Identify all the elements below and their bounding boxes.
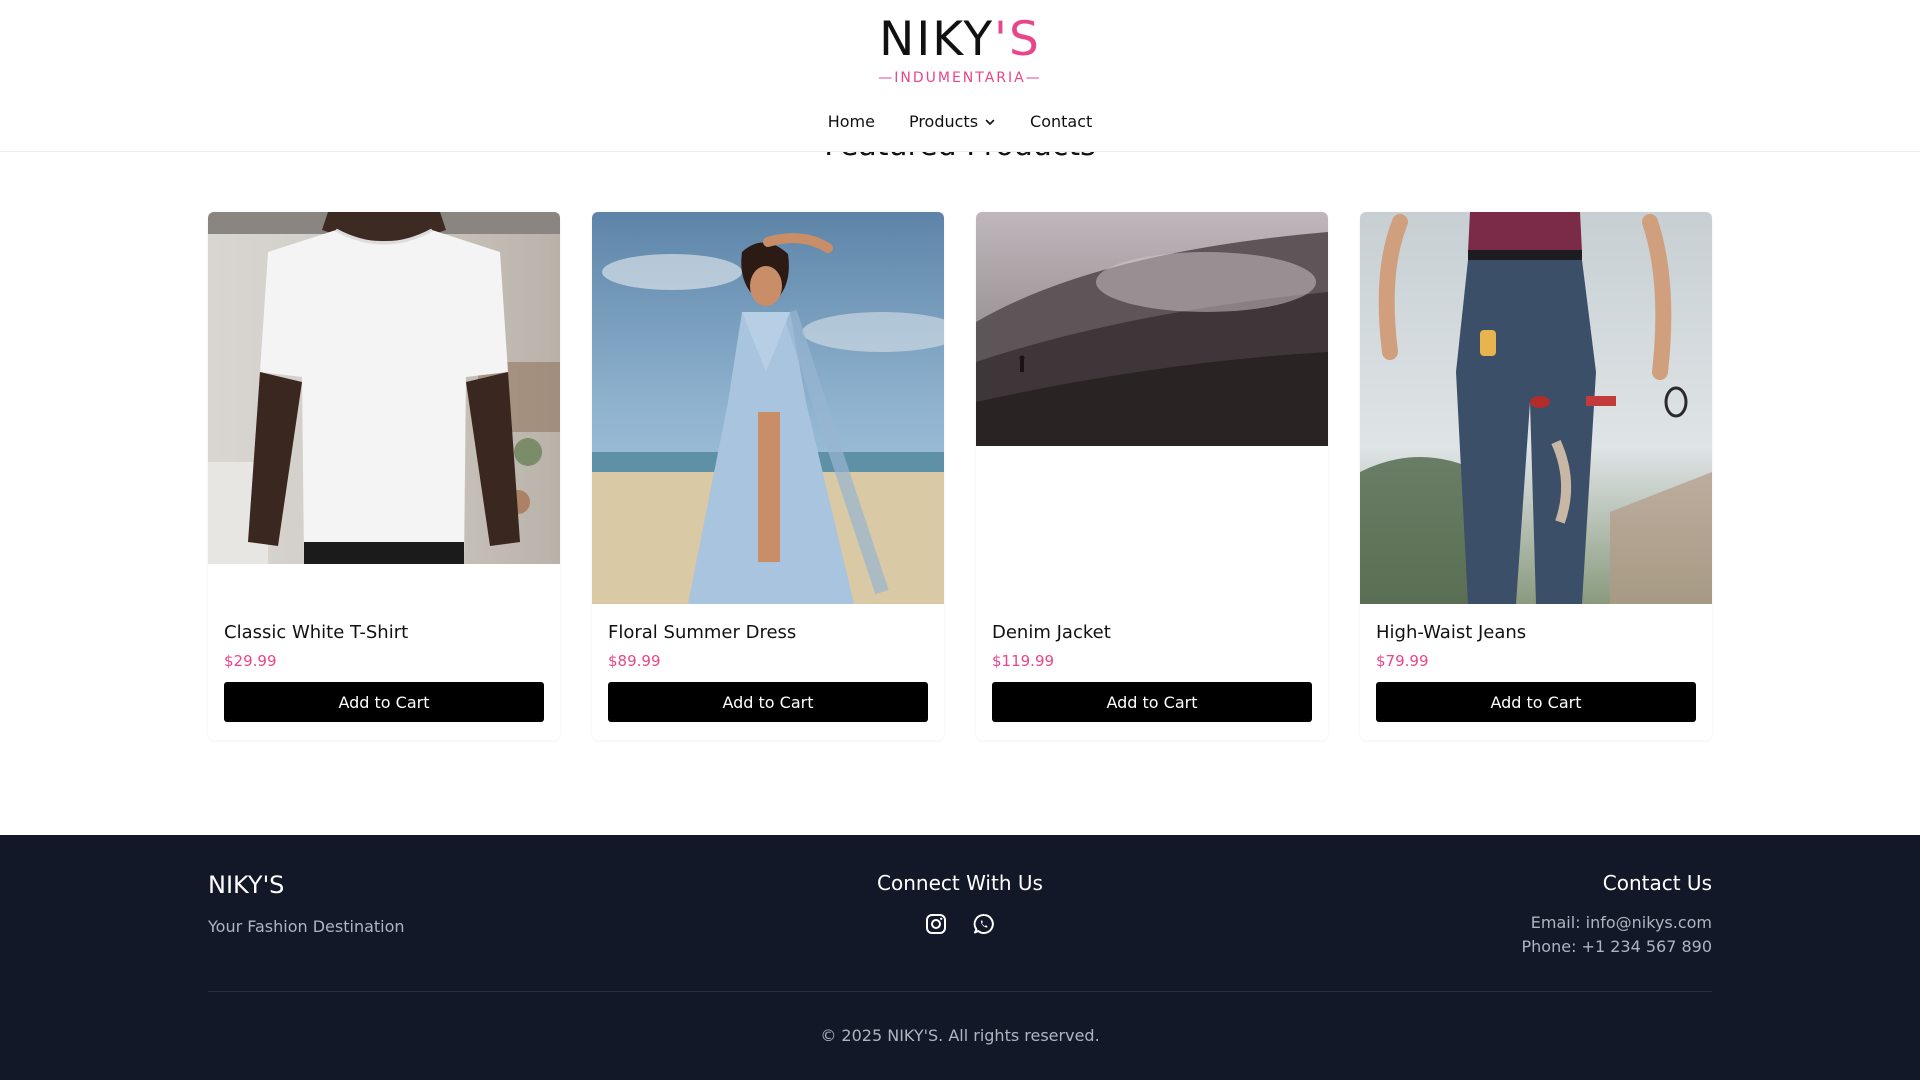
copyright-text: © 2025 NIKY'S. All rights reserved. <box>820 1026 1100 1045</box>
product-info: High-Waist Jeans $79.99 Add to Cart <box>1376 622 1696 722</box>
logo-wordmark: NIKY'S <box>0 14 1920 66</box>
product-card: Classic White T-Shirt $29.99 Add to Cart <box>208 212 560 740</box>
nav-contact-label: Contact <box>1030 112 1093 131</box>
product-image-high-waist-jeans[interactable] <box>1360 212 1712 604</box>
product-image-white-tshirt[interactable] <box>208 212 560 564</box>
product-info: Denim Jacket $119.99 Add to Cart <box>992 622 1312 722</box>
logo-part-2: 'S <box>994 12 1041 67</box>
chevron-down-icon <box>985 119 995 125</box>
contact-heading: Contact Us <box>1602 871 1712 895</box>
site-header: NIKY'S —INDUMENTARIA— Home Products Cont… <box>0 0 1920 152</box>
logo-subtitle: —INDUMENTARIA— <box>878 70 1042 86</box>
nav-products-label: Products <box>908 112 979 131</box>
nav-contact[interactable]: Contact <box>1030 112 1092 131</box>
contact-email[interactable]: Email: info@nikys.com <box>1531 913 1712 932</box>
product-info: Floral Summer Dress $89.99 Add to Cart <box>608 622 928 722</box>
product-info: Classic White T-Shirt $29.99 Add to Cart <box>224 622 544 722</box>
product-price: $119.99 <box>992 652 1055 670</box>
logo-part-1: NIKY <box>879 12 995 67</box>
product-name[interactable]: Denim Jacket <box>992 622 1312 644</box>
site-footer: NIKY'S Your Fashion Destination Connect … <box>0 835 1920 1080</box>
instagram-icon[interactable] <box>924 912 948 936</box>
site-logo[interactable]: NIKY'S —INDUMENTARIA— <box>0 14 1920 87</box>
add-to-cart-button[interactable]: Add to Cart <box>992 682 1312 722</box>
product-price: $29.99 <box>224 652 277 670</box>
product-name[interactable]: High-Waist Jeans <box>1376 622 1696 644</box>
contact-phone[interactable]: Phone: +1 234 567 890 <box>1522 937 1713 956</box>
nav-products-dropdown[interactable]: Products <box>909 112 996 131</box>
footer-divider <box>208 991 1712 992</box>
add-to-cart-button[interactable]: Add to Cart <box>608 682 928 722</box>
product-price: $79.99 <box>1376 652 1429 670</box>
main-nav: Home Products Contact <box>0 112 1920 131</box>
add-to-cart-button[interactable]: Add to Cart <box>1376 682 1696 722</box>
product-grid: Classic White T-Shirt $29.99 Add to Cart <box>208 212 1712 740</box>
add-to-cart-button[interactable]: Add to Cart <box>224 682 544 722</box>
product-card: Floral Summer Dress $89.99 Add to Cart <box>592 212 944 740</box>
whatsapp-icon[interactable] <box>972 912 996 936</box>
product-name[interactable]: Floral Summer Dress <box>608 622 928 644</box>
product-card: High-Waist Jeans $79.99 Add to Cart <box>1360 212 1712 740</box>
product-image-denim-jacket[interactable] <box>976 212 1328 446</box>
product-image-floral-summer-dress[interactable] <box>592 212 944 604</box>
product-name[interactable]: Classic White T-Shirt <box>224 622 544 644</box>
product-price: $89.99 <box>608 652 661 670</box>
nav-home-label: Home <box>827 112 875 131</box>
nav-home[interactable]: Home <box>828 112 875 131</box>
product-card: Denim Jacket $119.99 Add to Cart <box>976 212 1328 740</box>
